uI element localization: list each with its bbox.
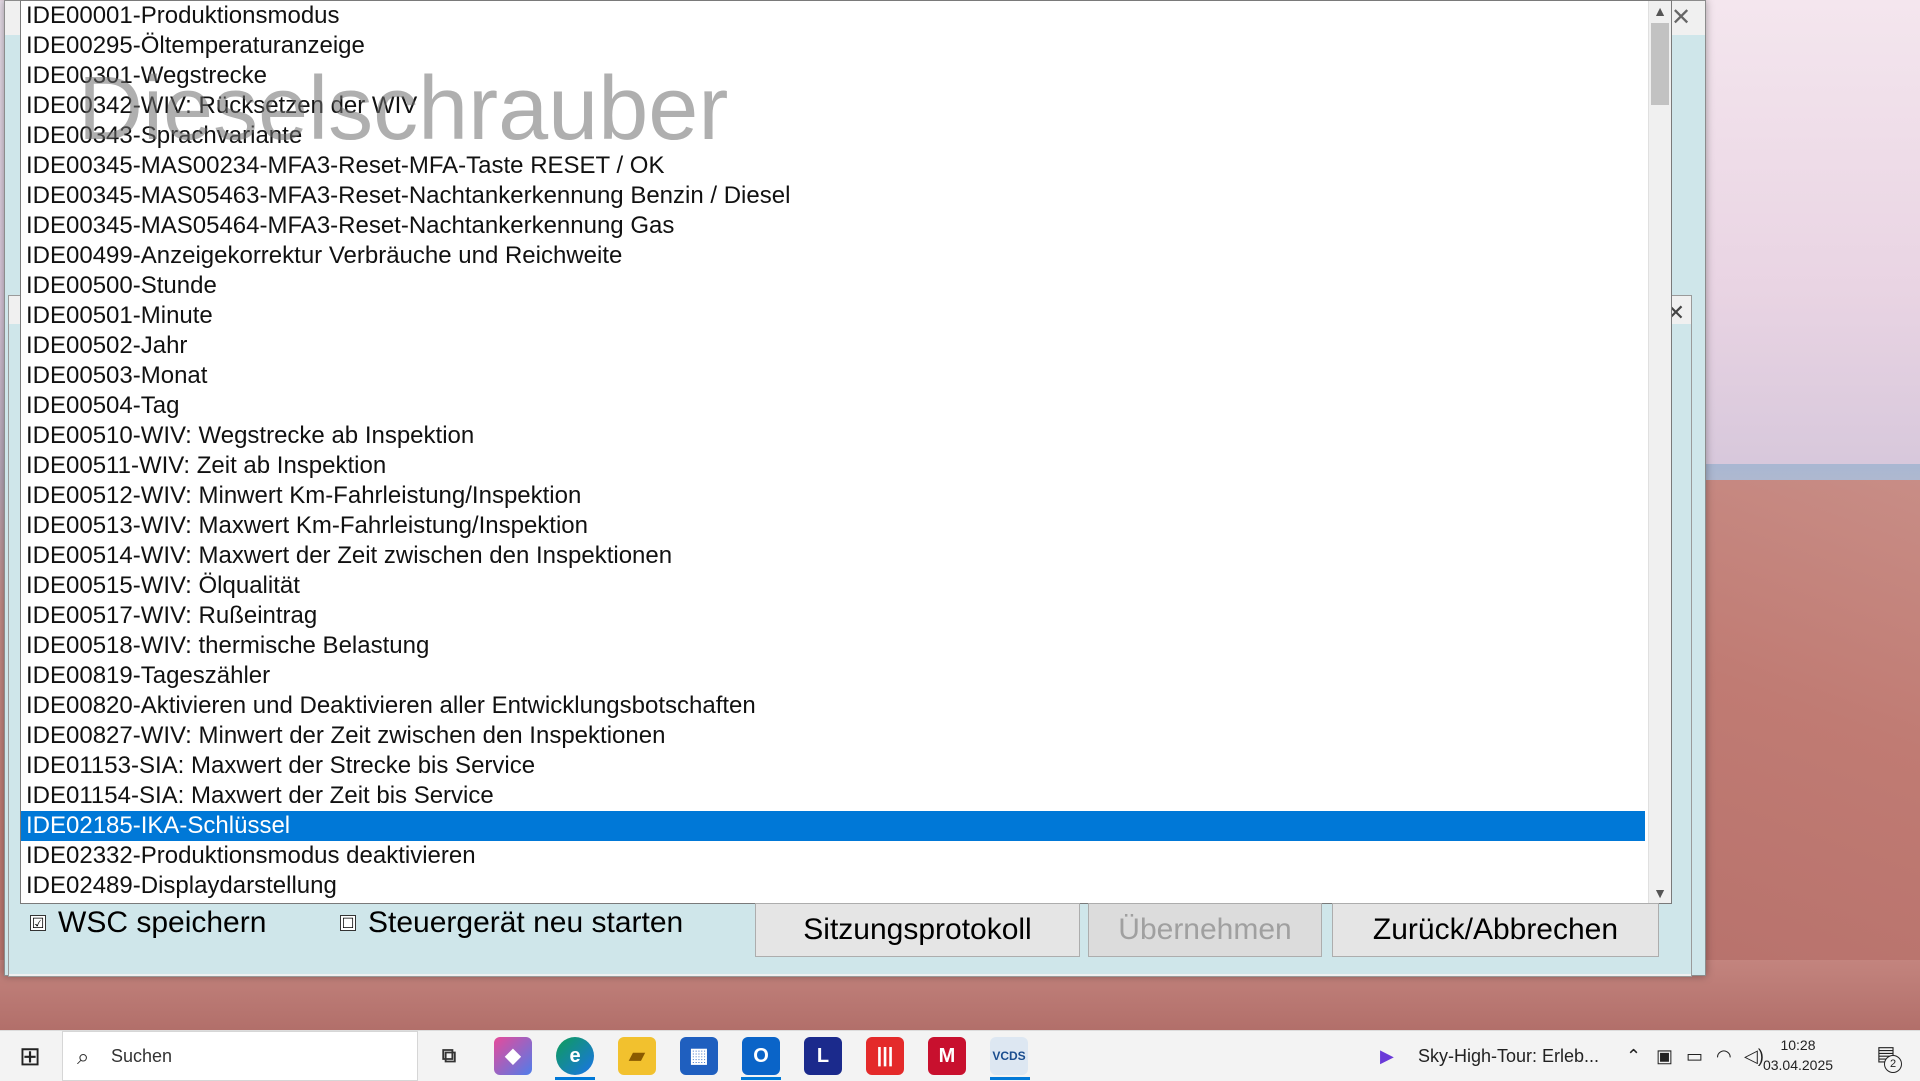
restart-ecu-checkbox[interactable]: ☐ Steuergerät neu starten bbox=[340, 906, 683, 940]
apply-button[interactable]: Übernehmen bbox=[1088, 903, 1322, 957]
list-item[interactable]: IDE00501-Minute bbox=[21, 301, 1645, 331]
list-item[interactable]: IDE00819-Tageszähler bbox=[21, 661, 1645, 691]
list-item[interactable]: IDE00342-WIV: Rücksetzen der WIV bbox=[21, 91, 1645, 121]
list-item[interactable]: IDE00504-Tag bbox=[21, 391, 1645, 421]
list-item[interactable]: IDE00513-WIV: Maxwert Km-Fahrleistung/In… bbox=[21, 511, 1645, 541]
list-item[interactable]: IDE00500-Stunde bbox=[21, 271, 1645, 301]
media-play-icon[interactable]: ▶ bbox=[1380, 1031, 1394, 1081]
notification-icon[interactable]: ▤ 2 bbox=[1866, 1041, 1906, 1073]
outlook-icon[interactable]: O bbox=[742, 1037, 780, 1075]
session-log-button[interactable]: Sitzungsprotokoll bbox=[755, 903, 1080, 957]
search-icon: ⌕ bbox=[77, 1044, 90, 1069]
wsc-save-label: WSC speichern bbox=[58, 906, 267, 939]
app-l-icon[interactable]: L bbox=[804, 1037, 842, 1075]
list-scrollbar[interactable]: ▲ ▼ bbox=[1648, 1, 1671, 903]
task-view-icon[interactable]: ⧉ bbox=[430, 1037, 468, 1075]
edge-browser-icon[interactable]: e bbox=[556, 1037, 594, 1075]
mcafee-icon[interactable]: M bbox=[928, 1037, 966, 1075]
list-item[interactable]: IDE00345-MAS05463-MFA3-Reset-Nachtankerk… bbox=[21, 181, 1645, 211]
checkbox-checked-icon: ☑ bbox=[30, 915, 46, 931]
list-item[interactable]: IDE00345-MAS00234-MFA3-Reset-MFA-Taste R… bbox=[21, 151, 1645, 181]
wsc-save-checkbox[interactable]: ☑ WSC speichern bbox=[30, 906, 266, 940]
list-item[interactable]: IDE00502-Jahr bbox=[21, 331, 1645, 361]
channel-dropdown-list[interactable]: IDE00001-Produktionsmodus IDE00295-Öltemp… bbox=[20, 0, 1672, 904]
list-item-selected[interactable]: IDE02185-IKA-Schlüssel bbox=[21, 811, 1645, 841]
clock[interactable]: 10:28 03.04.2025 bbox=[1748, 1035, 1848, 1075]
list-item[interactable]: IDE02332-Produktionsmodus deaktivieren bbox=[21, 841, 1645, 871]
list-item[interactable]: IDE00517-WIV: Rußeintrag bbox=[21, 601, 1645, 631]
windows-start-icon[interactable]: ⊞ bbox=[0, 1031, 60, 1081]
meet-icon[interactable]: ▣ bbox=[1656, 1031, 1673, 1081]
wallpaper-sky bbox=[1700, 0, 1920, 480]
list-item[interactable]: IDE00511-WIV: Zeit ab Inspektion bbox=[21, 451, 1645, 481]
list-item[interactable]: IDE00515-WIV: Ölqualität bbox=[21, 571, 1645, 601]
list-item[interactable]: IDE00301-Wegstrecke bbox=[21, 61, 1645, 91]
list-item[interactable]: IDE01153-SIA: Maxwert der Strecke bis Se… bbox=[21, 751, 1645, 781]
wifi-icon[interactable]: ◠ bbox=[1716, 1031, 1732, 1081]
scroll-up-icon[interactable]: ▲ bbox=[1649, 1, 1671, 21]
store-icon[interactable]: ▦ bbox=[680, 1037, 718, 1075]
scroll-thumb[interactable] bbox=[1651, 23, 1669, 105]
copilot-icon[interactable]: ◆ bbox=[494, 1037, 532, 1075]
list-item[interactable]: IDE00510-WIV: Wegstrecke ab Inspektion bbox=[21, 421, 1645, 451]
list-item[interactable]: IDE00295-Öltemperaturanzeige bbox=[21, 31, 1645, 61]
list-item[interactable]: IDE02489-Displaydarstellung bbox=[21, 871, 1645, 901]
vcds-icon[interactable]: VCDS bbox=[990, 1037, 1028, 1075]
checkbox-unchecked-icon: ☐ bbox=[340, 915, 356, 931]
battery-icon[interactable]: ▭ bbox=[1686, 1031, 1703, 1081]
list-item[interactable]: IDE00820-Aktivieren und Deaktivieren all… bbox=[21, 691, 1645, 721]
restart-ecu-label: Steuergerät neu starten bbox=[368, 906, 684, 939]
clock-date: 03.04.2025 bbox=[1762, 1057, 1834, 1073]
scroll-down-icon[interactable]: ▼ bbox=[1649, 883, 1671, 903]
list-item[interactable]: IDE00001-Produktionsmodus bbox=[21, 1, 1645, 31]
list-item[interactable]: IDE00503-Monat bbox=[21, 361, 1645, 391]
clock-time: 10:28 bbox=[1780, 1037, 1816, 1053]
taskbar-search[interactable]: ⌕ Suchen bbox=[62, 1031, 418, 1081]
app-bars-icon[interactable]: ||| bbox=[866, 1037, 904, 1075]
list-item[interactable]: IDE00512-WIV: Minwert Km-Fahrleistung/In… bbox=[21, 481, 1645, 511]
search-placeholder: Suchen bbox=[111, 1046, 173, 1066]
file-explorer-icon[interactable]: ▰ bbox=[618, 1037, 656, 1075]
list-item[interactable]: IDE00343-Sprachvariante bbox=[21, 121, 1645, 151]
tray-chevron-icon[interactable]: ⌃ bbox=[1626, 1031, 1641, 1081]
back-cancel-button[interactable]: Zurück/Abbrechen bbox=[1332, 903, 1659, 957]
list-item[interactable]: IDE00345-MAS05464-MFA3-Reset-Nachtankerk… bbox=[21, 211, 1645, 241]
taskbar: ⊞ ⌕ Suchen ⧉ ◆ e ▰ ▦ O L ||| M VCDS ▶ Sk… bbox=[0, 1030, 1920, 1081]
list-item[interactable]: IDE01154-SIA: Maxwert der Zeit bis Servi… bbox=[21, 781, 1645, 811]
list-item[interactable]: IDE00514-WIV: Maxwert der Zeit zwischen … bbox=[21, 541, 1645, 571]
list-item[interactable]: IDE00499-Anzeigekorrektur Verbräuche und… bbox=[21, 241, 1645, 271]
media-title[interactable]: Sky-High-Tour: Erleb... bbox=[1418, 1031, 1599, 1081]
dropdown-items: IDE00001-Produktionsmodus IDE00295-Öltemp… bbox=[21, 1, 1671, 901]
notification-count: 2 bbox=[1884, 1055, 1902, 1073]
list-item[interactable]: IDE00827-WIV: Minwert der Zeit zwischen … bbox=[21, 721, 1645, 751]
list-item[interactable]: IDE00518-WIV: thermische Belastung bbox=[21, 631, 1645, 661]
